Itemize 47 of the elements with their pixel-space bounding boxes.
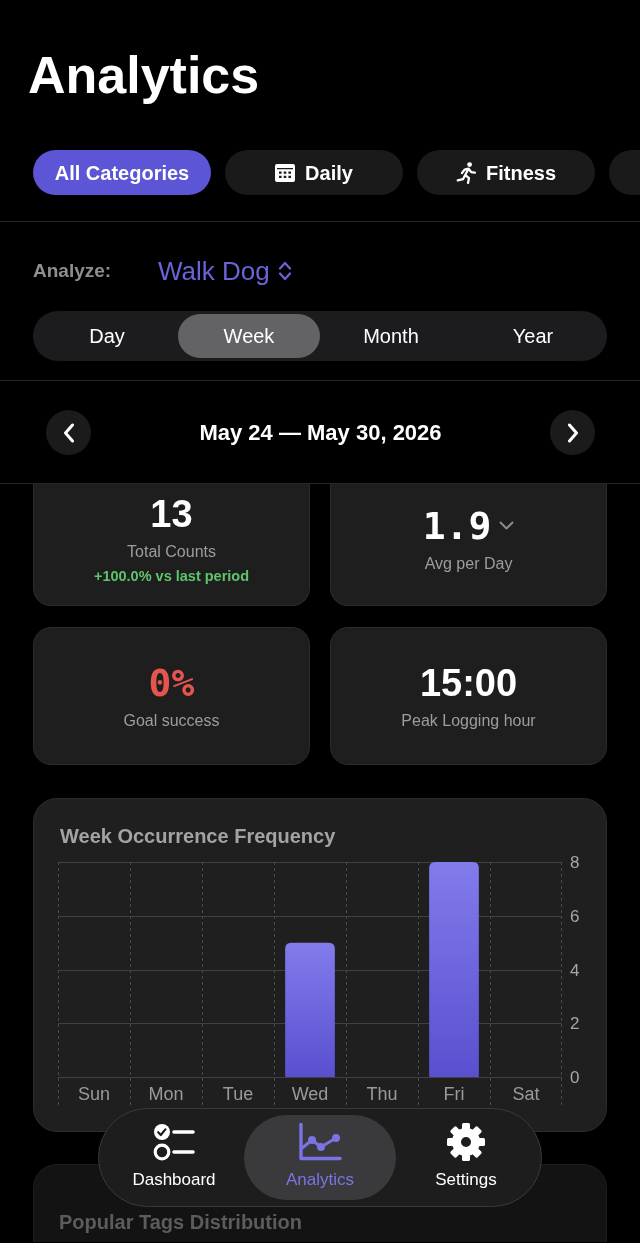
running-person-icon — [456, 161, 476, 184]
stat-value: 0% — [148, 661, 195, 705]
y-axis-label: 6 — [570, 906, 580, 926]
stat-label: Goal success — [123, 711, 220, 731]
analyze-label: Analyze: — [33, 258, 113, 283]
up-down-chevron-icon — [277, 260, 292, 282]
x-axis-label: Tue — [222, 1084, 254, 1104]
settings-icon — [447, 1122, 485, 1161]
trend-text: +100.0% vs last period — [93, 567, 250, 585]
stat-label: Peak Logging hour — [401, 711, 536, 731]
tab-bar-item[interactable]: Dashboard — [104, 1115, 244, 1200]
habit-picker[interactable]: Walk Dog — [158, 255, 292, 287]
card-title: Popular Tags Distribution — [59, 1210, 303, 1234]
x-axis-label: Thu — [366, 1084, 398, 1104]
checklist-icon — [153, 1122, 195, 1161]
chart-title: Week Occurrence Frequency — [60, 824, 337, 848]
x-axis-label: Wed — [291, 1084, 329, 1104]
period-tab[interactable]: Week — [178, 314, 320, 358]
x-axis-label: Mon — [148, 1084, 184, 1104]
stat-value: 13 — [150, 492, 193, 536]
stat-label: Avg per Day — [424, 553, 513, 574]
line-chart-icon — [298, 1122, 342, 1161]
y-axis-label: 0 — [570, 1068, 580, 1087]
chevron-left-icon — [62, 422, 75, 443]
period-tab[interactable]: Month — [320, 314, 462, 358]
x-axis-label: Fri — [443, 1084, 465, 1104]
category-chip[interactable]: All Categories — [33, 150, 211, 195]
stat-label: Total Counts — [127, 542, 216, 562]
chevron-right-icon — [566, 422, 579, 443]
stat-value: 1.9 — [422, 503, 492, 548]
y-axis-label: 8 — [570, 854, 580, 872]
date-range-label: May 24 — May 30, 2026 — [199, 419, 442, 447]
next-button[interactable] — [550, 410, 595, 455]
period-tab[interactable]: Year — [462, 314, 604, 358]
x-axis-label: Sat — [512, 1084, 540, 1104]
category-chip[interactable]: Daily — [225, 150, 403, 195]
y-axis-label: 4 — [570, 960, 580, 980]
calendar-icon — [275, 163, 296, 182]
category-chip[interactable]: Fitness — [417, 150, 595, 195]
stat-value: 15:00 — [419, 661, 518, 705]
tab-bar-item[interactable]: Settings — [396, 1115, 536, 1200]
chevron-down-icon — [499, 521, 515, 530]
x-axis-label: Sun — [78, 1084, 110, 1104]
period-tab[interactable]: Day — [36, 314, 178, 358]
previous-button[interactable] — [46, 410, 91, 455]
y-axis-label: 2 — [570, 1014, 580, 1034]
page-title: Analytics — [27, 45, 261, 105]
